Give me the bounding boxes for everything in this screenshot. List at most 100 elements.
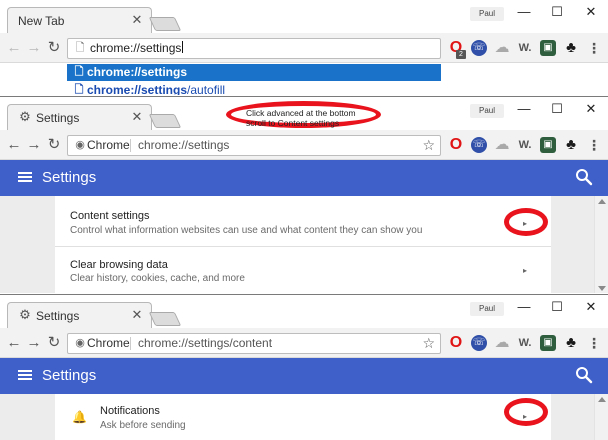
opera-extension-icon[interactable]: O	[448, 335, 464, 351]
tab-strip: New Tab ✕ Paul — ☐ ✕	[0, 0, 608, 33]
maximize-button[interactable]: ☐	[543, 100, 571, 118]
tab-settings[interactable]: ⚙ Settings ✕	[7, 104, 152, 130]
toolbar: ← → ↻ 🗋 chrome://settings O 2 ☏ ☁ W. ▣ ♣…	[0, 33, 608, 63]
settings-row-clear-browsing-data[interactable]: Clear browsing data Clear history, cooki…	[55, 247, 551, 293]
menu-icon[interactable]: ⋮	[587, 40, 601, 56]
menu-icon[interactable]: ⋮	[587, 137, 601, 153]
cloud-extension-icon[interactable]: ☁	[494, 137, 510, 153]
settings-row-notifications[interactable]: 🔔 Notifications Ask before sending ▸	[55, 394, 551, 440]
opera-extension-icon[interactable]: O	[448, 137, 464, 153]
tab-new-tab[interactable]: New Tab ✕	[7, 7, 152, 33]
minimize-button[interactable]: —	[510, 3, 538, 21]
box-extension-icon[interactable]: ▣	[540, 40, 556, 56]
reload-button[interactable]: ↻	[45, 333, 63, 353]
secure-chip: Chrome	[87, 138, 130, 152]
page-title: Settings	[42, 367, 97, 384]
menu-icon[interactable]: ⋮	[587, 335, 601, 351]
secure-chip: Chrome	[87, 336, 130, 350]
back-button[interactable]: ←	[5, 333, 23, 353]
address-bar[interactable]: 🗋 chrome://settings	[67, 38, 441, 59]
profile-button[interactable]: Paul	[470, 104, 504, 118]
close-window-button[interactable]: ✕	[577, 298, 605, 316]
scroll-up-arrow[interactable]	[598, 199, 606, 204]
cloud-extension-icon[interactable]: ☁	[494, 335, 510, 351]
chrome-icon: ◉	[75, 139, 85, 151]
star-icon[interactable]: ☆	[422, 335, 435, 352]
annotation-circle	[504, 208, 548, 236]
close-icon[interactable]: ✕	[131, 13, 143, 27]
address-text: chrome://settings	[90, 41, 182, 55]
reload-button[interactable]: ↻	[45, 135, 63, 155]
close-icon[interactable]: ✕	[131, 308, 143, 322]
new-tab-button[interactable]	[148, 312, 182, 326]
phone-extension-icon[interactable]: ☏	[471, 40, 487, 56]
search-icon[interactable]	[574, 167, 594, 187]
search-icon[interactable]	[574, 365, 594, 385]
w-extension-icon[interactable]: W.	[517, 137, 533, 153]
scroll-down-arrow[interactable]	[598, 286, 606, 291]
toolbar: ← → ↻ ◉ Chrome chrome://settings ☆ O ☏ ☁…	[0, 130, 608, 160]
tree-extension-icon[interactable]: ♣	[563, 335, 579, 351]
settings-content: Content settings Control what informatio…	[0, 196, 608, 293]
tab-title: Settings	[36, 309, 80, 323]
forward-button[interactable]: →	[25, 333, 43, 353]
star-icon[interactable]: ☆	[422, 137, 435, 154]
w-extension-icon[interactable]: W.	[517, 40, 533, 56]
cloud-extension-icon[interactable]: ☁	[494, 40, 510, 56]
new-tab-button[interactable]	[148, 17, 182, 31]
extension-badge: 2	[456, 50, 466, 59]
close-icon[interactable]: ✕	[131, 110, 143, 124]
gear-icon: ⚙	[19, 109, 31, 124]
maximize-button[interactable]: ☐	[543, 298, 571, 316]
maximize-button[interactable]: ☐	[543, 3, 571, 21]
scrollbar[interactable]	[594, 394, 608, 440]
settings-row-content-settings[interactable]: Content settings Control what informatio…	[55, 196, 551, 246]
address-bar[interactable]: ◉ Chrome chrome://settings/content ☆	[67, 333, 441, 354]
settings-card: Content settings Control what informatio…	[55, 196, 551, 293]
close-window-button[interactable]: ✕	[577, 3, 605, 21]
minimize-button[interactable]: —	[510, 298, 538, 316]
chevron-right-icon[interactable]: ▸	[523, 266, 531, 276]
tab-settings[interactable]: ⚙ Settings ✕	[7, 302, 152, 328]
address-text[interactable]: chrome://settings	[138, 138, 229, 153]
address-input[interactable]: chrome://settings	[90, 41, 184, 56]
forward-button[interactable]: →	[25, 38, 43, 58]
tree-extension-icon[interactable]: ♣	[563, 40, 579, 56]
tree-extension-icon[interactable]: ♣	[563, 137, 579, 153]
row-subtitle: Clear history, cookies, cache, and more	[70, 273, 245, 284]
minimize-button[interactable]: —	[510, 100, 538, 118]
box-extension-icon[interactable]: ▣	[540, 335, 556, 351]
scrollbar[interactable]	[594, 196, 608, 293]
profile-button[interactable]: Paul	[470, 7, 504, 21]
page-icon: 🗋	[74, 66, 84, 78]
page-icon: 🗋	[75, 42, 85, 54]
settings-content: 🔔 Notifications Ask before sending ▸	[0, 394, 608, 440]
hamburger-menu-icon[interactable]	[18, 368, 34, 384]
hamburger-menu-icon[interactable]	[18, 170, 34, 186]
suggestion-item[interactable]: 🗋 chrome://settings/autofill	[67, 82, 441, 95]
step2-panel: ⚙ Settings ✕ Paul — ☐ ✕ Click advanced a…	[0, 96, 608, 293]
new-tab-button[interactable]	[148, 114, 182, 128]
box-extension-icon[interactable]: ▣	[540, 137, 556, 153]
reload-button[interactable]: ↻	[45, 38, 63, 58]
scroll-up-arrow[interactable]	[598, 397, 606, 402]
tab-strip: ⚙ Settings ✕ Paul — ☐ ✕	[0, 295, 608, 328]
phone-extension-icon[interactable]: ☏	[471, 335, 487, 351]
chip-separator	[130, 337, 131, 350]
back-button[interactable]: ←	[5, 38, 23, 58]
suggestion-item[interactable]: 🗋 chrome://settings	[67, 64, 441, 81]
forward-button[interactable]: →	[25, 135, 43, 155]
row-subtitle: Control what information websites can us…	[70, 225, 423, 236]
tab-strip: ⚙ Settings ✕ Paul — ☐ ✕ Click advanced a…	[0, 97, 608, 130]
chip-separator	[130, 139, 131, 152]
row-subtitle: Ask before sending	[100, 420, 186, 431]
address-text[interactable]: chrome://settings/content	[138, 336, 272, 351]
back-button[interactable]: ←	[5, 135, 23, 155]
close-window-button[interactable]: ✕	[577, 100, 605, 118]
w-extension-icon[interactable]: W.	[517, 335, 533, 351]
bell-icon: 🔔	[72, 410, 87, 424]
annotation-text: Click advanced at the bottom scroll to C…	[246, 108, 356, 128]
address-bar[interactable]: ◉ Chrome chrome://settings ☆	[67, 135, 441, 156]
phone-extension-icon[interactable]: ☏	[471, 137, 487, 153]
profile-button[interactable]: Paul	[470, 302, 504, 316]
